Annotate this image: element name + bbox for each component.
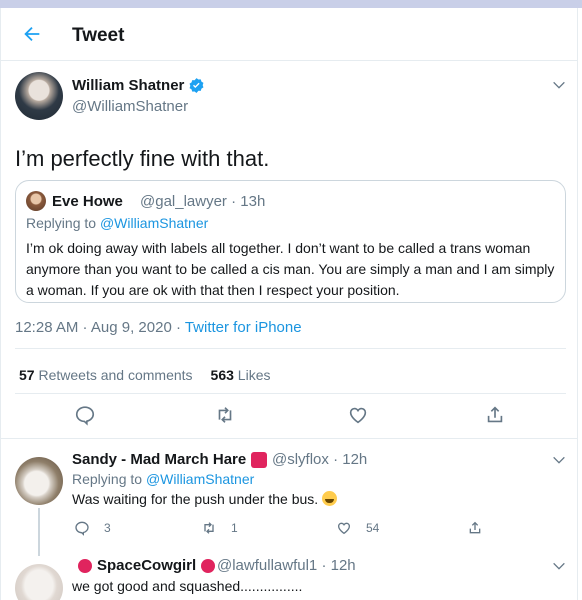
engagement-stats: 57 Retweets and comments 563 Likes [19,367,270,383]
reply-action[interactable]: 3 [74,520,111,536]
quote-author-handle: @gal_lawyer [140,193,227,210]
thread-line [38,508,40,556]
divider [15,393,566,394]
red-circle-emoji-icon [201,558,216,573]
quote-author-name: Eve Howe [52,193,123,210]
chevron-down-icon[interactable] [551,77,567,93]
likes-stat[interactable]: 563 Likes [211,367,271,383]
reply-avatar[interactable] [15,457,63,505]
like-heart-icon[interactable] [347,404,369,426]
reply-replying-to-link[interactable]: @WilliamShatner [146,471,254,487]
chevron-down-icon[interactable] [551,452,567,468]
retweets-label: Retweets and comments [38,367,193,383]
reply-author-handle[interactable]: @slyflox [272,451,329,468]
quote-time: · 13h [231,193,266,210]
chevron-down-icon[interactable] [551,558,567,574]
reply-text: we got good and squashed................ [72,578,303,594]
retweets-count: 57 [19,367,35,383]
quoted-tweet[interactable]: Eve Howe @gal_lawyer · 13h Replying to @… [15,180,566,303]
author-name-text: William Shatner [72,77,185,94]
divider [1,438,577,439]
laughing-face-emoji-icon [322,491,338,506]
tweet-text: I’m perfectly fine with that. [15,146,270,171]
page-header: Tweet [1,8,577,61]
retweet-icon[interactable] [214,404,236,426]
browser-top-band [0,0,582,8]
share-icon[interactable] [484,404,506,426]
reply-author-name[interactable]: Sandy - Mad March Hare [72,451,268,468]
reply-avatar[interactable] [15,564,63,600]
divider [15,348,566,349]
timestamp-text[interactable]: 12:28 AM · Aug 9, 2020 · [15,319,185,336]
tweet-detail-panel: Tweet William Shatner @WilliamShatner I’… [0,8,578,600]
source-link[interactable]: Twitter for iPhone [185,319,302,336]
reply-meta: @slyflox · 12h [272,451,367,468]
reply-meta: @lawfullawful1 · 12h [217,557,356,574]
reply-count: 3 [104,521,111,535]
quote-meta: @gal_lawyer · 13h [140,193,265,210]
likes-count: 563 [210,367,234,383]
reply-time: · 12h [321,557,356,574]
tweet-timestamp: 12:28 AM · Aug 9, 2020 · Twitter for iPh… [15,319,302,336]
author-name[interactable]: William Shatner [72,77,205,94]
like-action[interactable]: 54 [336,520,379,536]
author-handle[interactable]: @WilliamShatner [72,98,188,115]
retweet-action[interactable]: 1 [201,520,238,536]
reply-author-name-text: SpaceCowgirl [97,557,197,574]
quote-replying-prefix: Replying to [26,215,100,231]
retweet-icon [204,522,214,534]
verified-badge-icon [189,78,204,93]
reply-replying-to: Replying to @WilliamShatner [72,471,254,487]
like-heart-icon [337,522,351,535]
reply-icon[interactable] [74,404,96,426]
reply-author-name-text: Sandy - Mad March Hare [72,451,247,468]
reply-time: · 12h [333,451,368,468]
quote-text: I’m ok doing away with labels all togeth… [26,240,555,298]
page-title: Tweet [72,25,125,46]
like-count: 54 [366,521,380,535]
red-square-emoji-icon [251,451,268,468]
reply-icon [75,521,89,536]
quote-avatar [26,191,46,211]
likes-label: Likes [237,367,271,383]
reply-author-handle[interactable]: @lawfullawful1 [217,557,317,574]
avatar[interactable] [15,72,63,120]
red-circle-emoji-icon [78,558,92,573]
quote-replying-to: Replying to @WilliamShatner [26,215,208,231]
reply-text: Was waiting for the push under the bus. [72,491,338,507]
share-icon [469,521,481,534]
retweets-stat[interactable]: 57 Retweets and comments [19,367,193,383]
retweet-count: 1 [231,521,238,535]
quote-replying-to-link[interactable]: @WilliamShatner [100,215,208,231]
reply-text-content: Was waiting for the push under the bus. [72,491,319,507]
share-action[interactable] [467,520,483,536]
back-arrow-icon[interactable] [21,23,43,45]
reply-author-name[interactable]: SpaceCowgirl [78,557,216,574]
reply-replying-prefix: Replying to [72,471,146,487]
